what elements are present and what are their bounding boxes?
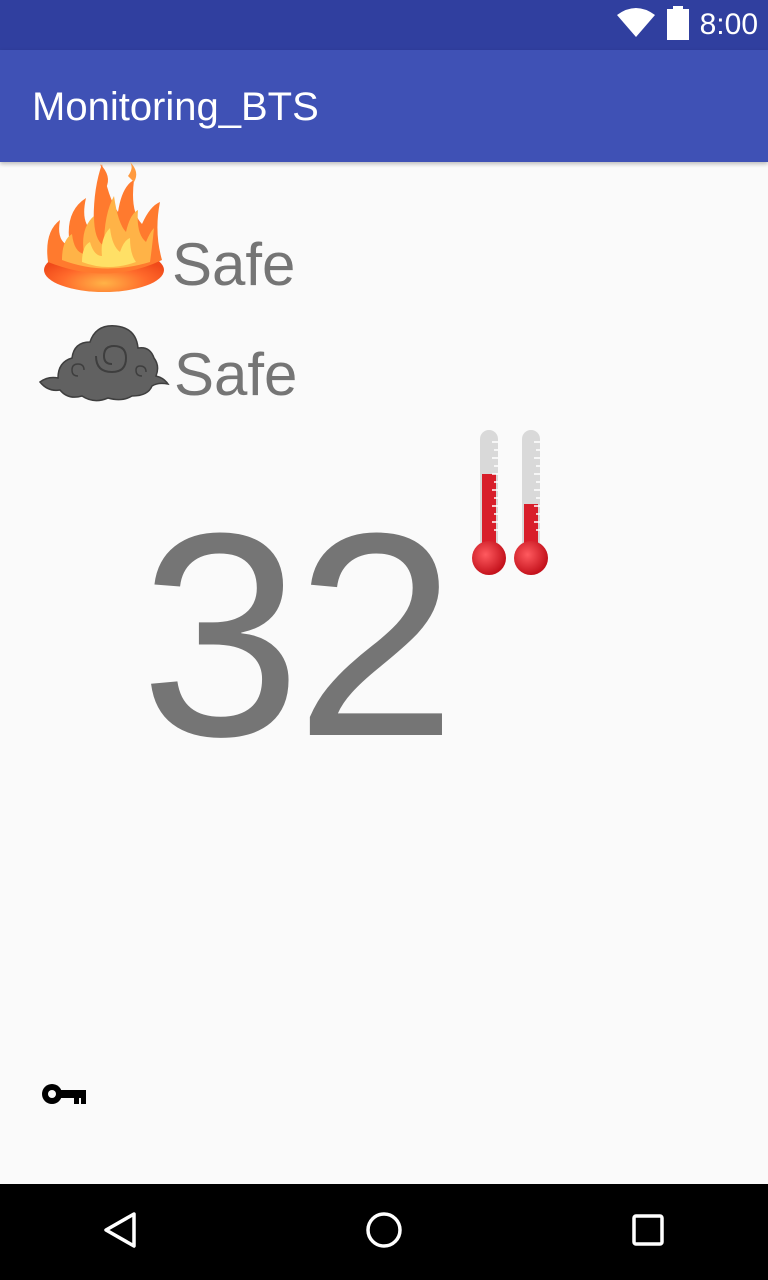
- recents-button[interactable]: [624, 1208, 672, 1256]
- app-bar: Monitoring_BTS: [0, 50, 768, 162]
- back-icon: [100, 1210, 140, 1255]
- fire-sensor-row: Safe: [38, 162, 295, 299]
- app-title: Monitoring_BTS: [32, 85, 319, 129]
- recents-icon: [630, 1212, 666, 1253]
- smoke-sensor-row: Safe: [38, 320, 297, 409]
- wifi-icon: [616, 7, 656, 44]
- home-button[interactable]: [360, 1208, 408, 1256]
- status-icons: 8:00: [616, 0, 758, 50]
- key-icon: [40, 1080, 88, 1113]
- smoke-status: Safe: [174, 341, 298, 408]
- temperature-value: 32: [140, 473, 457, 797]
- fire-status: Safe: [172, 231, 296, 298]
- status-time: 8:00: [699, 8, 758, 41]
- back-button[interactable]: [96, 1208, 144, 1256]
- screen: 8:00 Monitoring_BTS Safe Safe 32: [0, 0, 768, 1280]
- fire-icon: [38, 162, 168, 299]
- main-content: Safe Safe 32: [0, 162, 768, 1184]
- home-icon: [364, 1210, 404, 1255]
- status-bar: 8:00: [0, 0, 768, 50]
- thermometer-icon: [468, 428, 552, 585]
- navigation-bar: [0, 1184, 768, 1280]
- smoke-icon: [38, 320, 170, 409]
- battery-icon: [666, 5, 690, 45]
